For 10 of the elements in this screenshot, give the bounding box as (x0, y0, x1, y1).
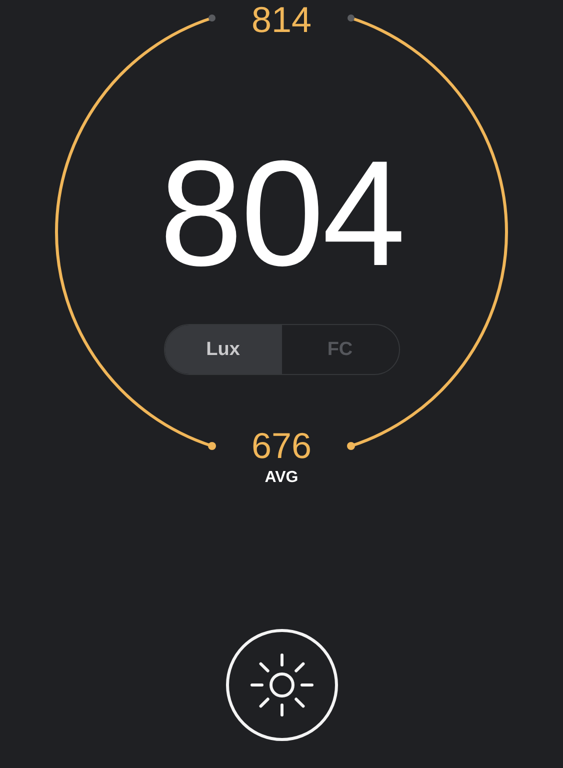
average-value: 676 (251, 426, 312, 466)
measure-button[interactable] (226, 629, 338, 741)
marker-dot (347, 442, 355, 450)
light-reading: 804 (159, 138, 404, 288)
marker-dot (348, 14, 354, 22)
average-label: AVG (264, 468, 298, 488)
unit-option[interactable]: Lux (164, 325, 282, 374)
max-value: 814 (251, 0, 312, 40)
marker-dot (208, 442, 216, 450)
marker-dot (208, 14, 216, 22)
